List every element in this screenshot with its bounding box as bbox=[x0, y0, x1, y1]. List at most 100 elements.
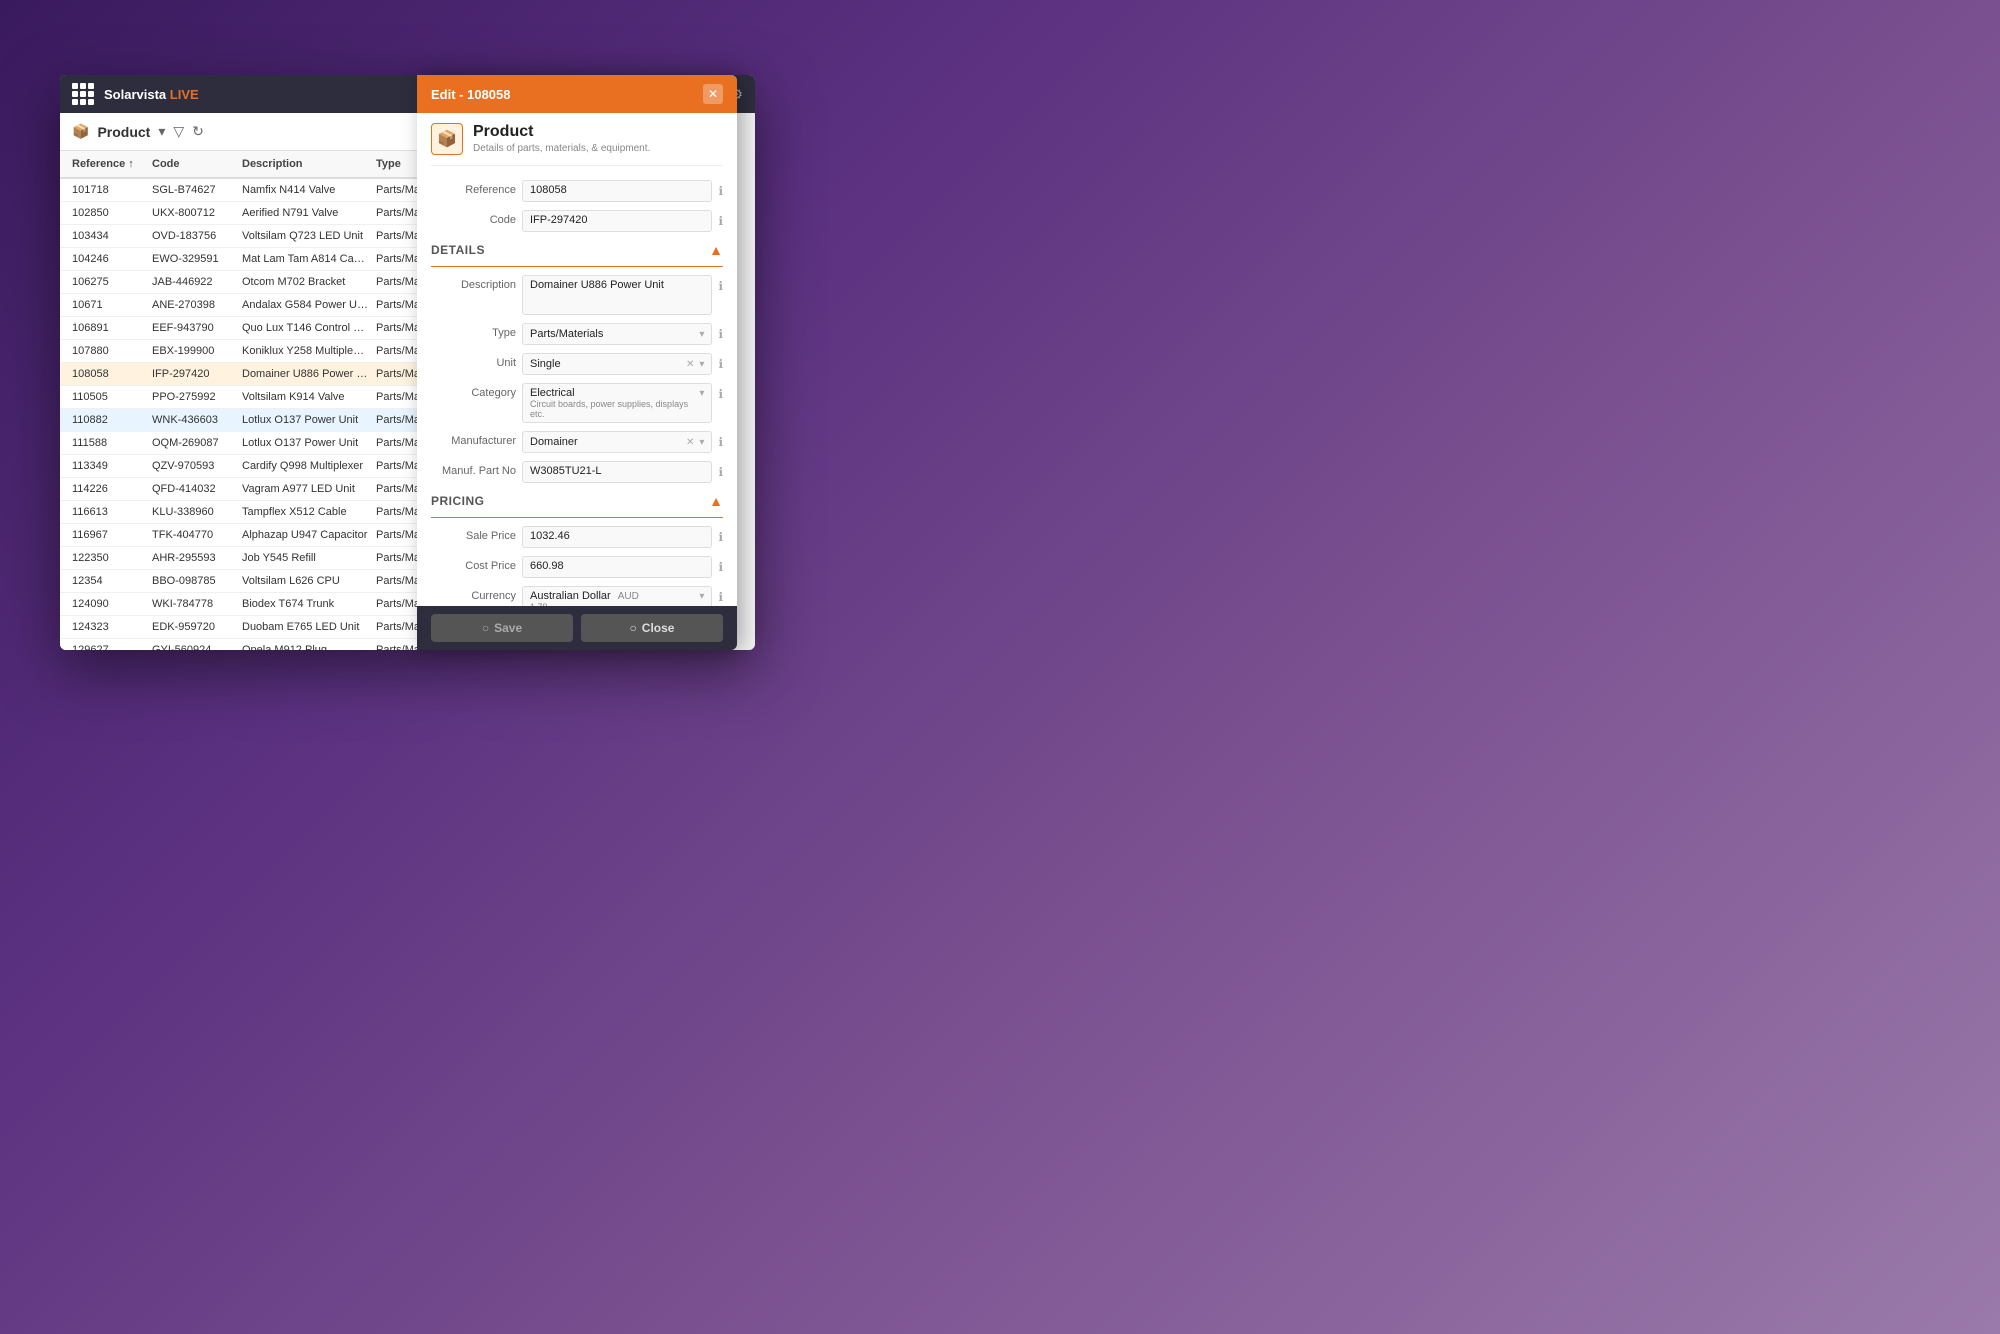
pricing-chevron-icon: ▲ bbox=[709, 493, 723, 509]
code-field[interactable]: IFP-297420 bbox=[522, 210, 712, 232]
cell-desc: Voltsilam Q723 LED Unit bbox=[238, 228, 372, 244]
pricing-section-title: PRICING bbox=[431, 494, 485, 508]
unit-field[interactable]: Single ✕ ▾ bbox=[522, 353, 712, 375]
cell-desc: Mat Lam Tam A814 Cable bbox=[238, 251, 372, 267]
cell-ref: 111588 bbox=[68, 435, 148, 451]
sale-price-field[interactable]: 1032.46 bbox=[522, 526, 712, 548]
category-label: Category bbox=[431, 383, 516, 399]
cell-ref: 124090 bbox=[68, 596, 148, 612]
type-label: Type bbox=[431, 323, 516, 339]
cell-desc: Quo Lux T146 Control Board bbox=[238, 320, 372, 336]
cell-ref: 106275 bbox=[68, 274, 148, 290]
manuf-part-info-icon[interactable]: ℹ bbox=[718, 461, 723, 479]
cost-price-field[interactable]: 660.98 bbox=[522, 556, 712, 578]
cell-code: SGL-B74627 bbox=[148, 182, 238, 198]
type-field[interactable]: Parts/Materials ▾ bbox=[522, 323, 712, 345]
description-info-icon[interactable]: ℹ bbox=[718, 275, 723, 293]
currency-value: Australian Dollar bbox=[530, 590, 611, 602]
manufacturer-value: Domainer bbox=[530, 436, 578, 448]
currency-row: Currency Australian Dollar AUD ▾ 1.79 ℹ bbox=[431, 586, 723, 606]
product-header-text: Product Details of parts, materials, & e… bbox=[473, 123, 650, 154]
cell-code: WNK-436603 bbox=[148, 412, 238, 428]
code-info-icon[interactable]: ℹ bbox=[718, 210, 723, 228]
close-label: Close bbox=[642, 621, 675, 635]
close-button[interactable]: ○ Close bbox=[581, 614, 723, 642]
cell-code: UKX-800712 bbox=[148, 205, 238, 221]
manuf-part-field[interactable]: W3085TU21-L bbox=[522, 461, 712, 483]
sale-price-label: Sale Price bbox=[431, 526, 516, 542]
cell-ref: 106891 bbox=[68, 320, 148, 336]
cell-desc: Alphazap U947 Capacitor bbox=[238, 527, 372, 543]
details-section-header[interactable]: DETAILS ▲ bbox=[431, 242, 723, 258]
manufacturer-info-icon[interactable]: ℹ bbox=[718, 431, 723, 449]
cell-desc: Duobam E765 LED Unit bbox=[238, 619, 372, 635]
code-label: Code bbox=[431, 210, 516, 226]
filter-icon[interactable]: ▽ bbox=[173, 123, 184, 140]
currency-info-icon[interactable]: ℹ bbox=[718, 586, 723, 604]
details-divider bbox=[431, 266, 723, 267]
product-icon-box: 📦 bbox=[431, 123, 463, 155]
type-value: Parts/Materials bbox=[530, 328, 603, 340]
cost-price-label: Cost Price bbox=[431, 556, 516, 572]
cell-desc: Tampflex X512 Cable bbox=[238, 504, 372, 520]
refresh-icon[interactable]: ↻ bbox=[192, 123, 204, 140]
cell-code: IFP-297420 bbox=[148, 366, 238, 382]
reference-field[interactable]: 108058 bbox=[522, 180, 712, 202]
cost-price-info-icon[interactable]: ℹ bbox=[718, 556, 723, 574]
details-chevron-icon: ▲ bbox=[709, 242, 723, 258]
description-label: Description bbox=[431, 275, 516, 291]
code-row: Code IFP-297420 ℹ bbox=[431, 210, 723, 232]
product-subtitle: Details of parts, materials, & equipment… bbox=[473, 143, 650, 154]
category-row: Category Electrical ▾ Circuit boards, po… bbox=[431, 383, 723, 423]
reference-label: Reference bbox=[431, 180, 516, 196]
cell-desc: Voltsilam L626 CPU bbox=[238, 573, 372, 589]
cell-code: QZV-970593 bbox=[148, 458, 238, 474]
edit-panel: Edit - 108058 ✕ 📦 Product Details of par… bbox=[417, 75, 737, 650]
manuf-part-row: Manuf. Part No W3085TU21-L ℹ bbox=[431, 461, 723, 483]
cell-ref: 110882 bbox=[68, 412, 148, 428]
grid-menu-icon[interactable] bbox=[72, 83, 94, 105]
unit-clear-icon[interactable]: ✕ bbox=[686, 359, 694, 370]
col-code[interactable]: Code bbox=[148, 155, 238, 173]
cost-price-row: Cost Price 660.98 ℹ bbox=[431, 556, 723, 578]
description-field[interactable]: Domainer U886 Power Unit bbox=[522, 275, 712, 315]
cell-desc: Koniklux Y258 Multiplexer bbox=[238, 343, 372, 359]
manufacturer-dropdown-icon: ▾ bbox=[699, 437, 704, 448]
save-button[interactable]: ○ Save bbox=[431, 614, 573, 642]
cell-ref: 103434 bbox=[68, 228, 148, 244]
col-reference[interactable]: Reference ↑ bbox=[68, 155, 148, 173]
brand-live: LIVE bbox=[170, 87, 199, 102]
category-info-icon[interactable]: ℹ bbox=[718, 383, 723, 401]
unit-value: Single bbox=[530, 358, 561, 370]
cell-desc: Andalax G584 Power Unit bbox=[238, 297, 372, 313]
cell-desc: Opela M912 Plug bbox=[238, 642, 372, 650]
chevron-down-icon[interactable]: ▾ bbox=[158, 123, 165, 140]
reference-info-icon[interactable]: ℹ bbox=[718, 180, 723, 198]
edit-close-button[interactable]: ✕ bbox=[703, 84, 723, 104]
currency-field[interactable]: Australian Dollar AUD ▾ 1.79 bbox=[522, 586, 712, 606]
cell-code: TFK-404770 bbox=[148, 527, 238, 543]
category-dropdown-icon: ▾ bbox=[699, 388, 704, 399]
type-dropdown-icon: ▾ bbox=[699, 329, 704, 340]
manufacturer-label: Manufacturer bbox=[431, 431, 516, 447]
unit-info-icon[interactable]: ℹ bbox=[718, 353, 723, 371]
col-description[interactable]: Description bbox=[238, 155, 372, 173]
cell-ref: 110505 bbox=[68, 389, 148, 405]
cell-desc: Cardify Q998 Multiplexer bbox=[238, 458, 372, 474]
manufacturer-field[interactable]: Domainer ✕ ▾ bbox=[522, 431, 712, 453]
type-info-icon[interactable]: ℹ bbox=[718, 323, 723, 341]
brand-logo: Solarvista LIVE bbox=[104, 87, 199, 102]
cell-ref: 10671 bbox=[68, 297, 148, 313]
manuf-part-label: Manuf. Part No bbox=[431, 461, 516, 477]
cell-ref: 104246 bbox=[68, 251, 148, 267]
description-row: Description Domainer U886 Power Unit ℹ bbox=[431, 275, 723, 315]
category-field[interactable]: Electrical ▾ Circuit boards, power suppl… bbox=[522, 383, 712, 423]
pricing-section-header[interactable]: PRICING ▲ bbox=[431, 493, 723, 509]
save-label: Save bbox=[494, 621, 522, 635]
sale-price-info-icon[interactable]: ℹ bbox=[718, 526, 723, 544]
currency-label: Currency bbox=[431, 586, 516, 602]
category-sub-text: Circuit boards, power supplies, displays… bbox=[530, 399, 704, 419]
manufacturer-clear-icon[interactable]: ✕ bbox=[686, 437, 694, 448]
cell-code: EBX-199900 bbox=[148, 343, 238, 359]
cell-desc: Otcom M702 Bracket bbox=[238, 274, 372, 290]
